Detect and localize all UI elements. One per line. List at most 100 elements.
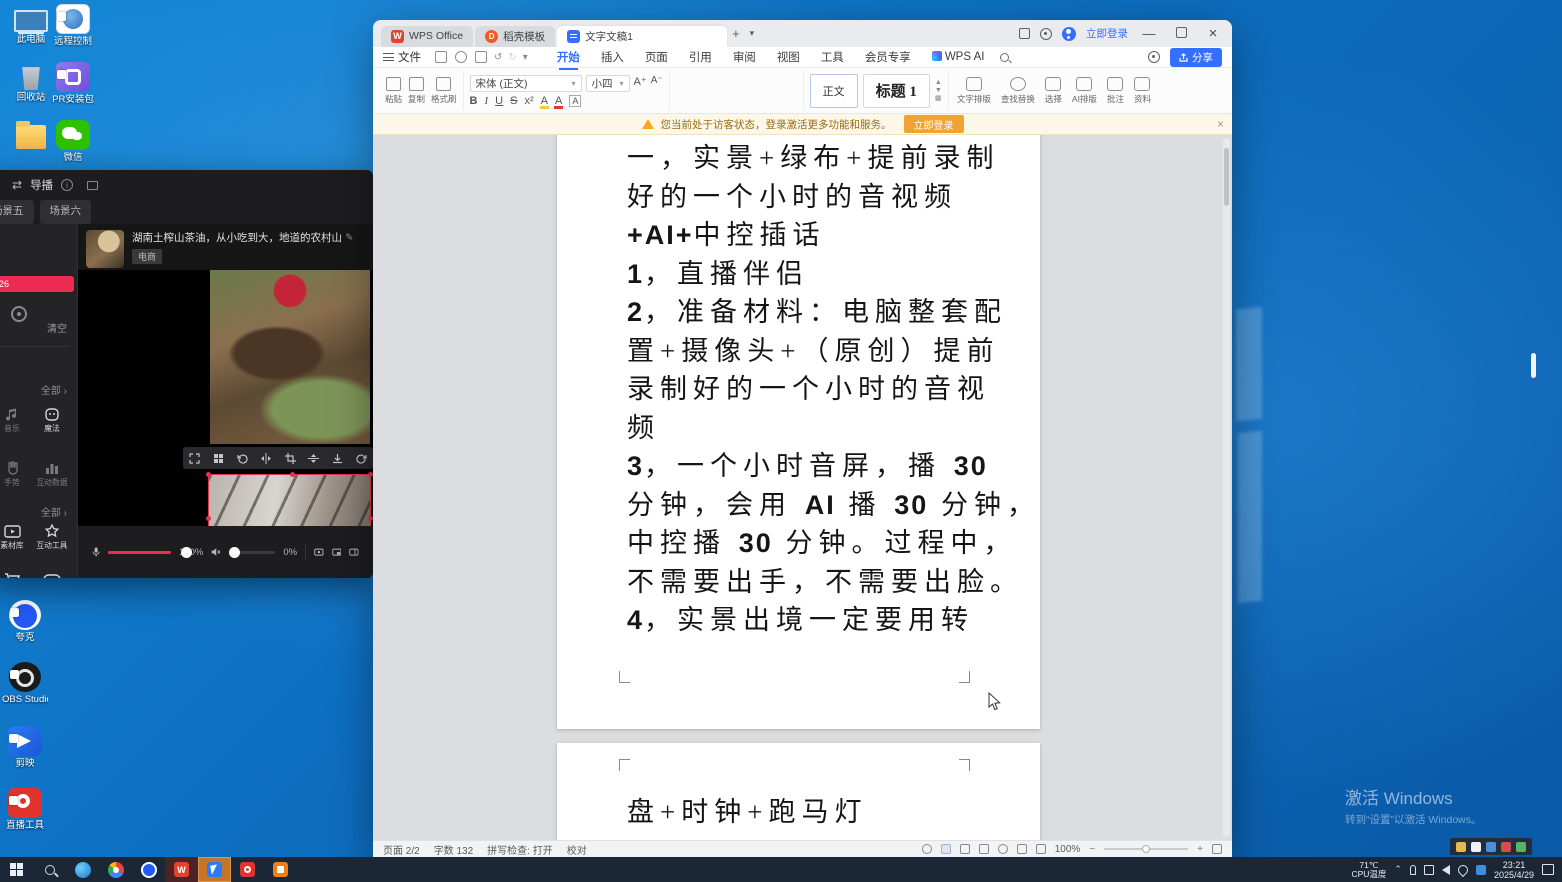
document-area[interactable]: 一，实景+绿布+提前录制好的一个小时的音视频+AI+中控插话1，直播伴侣2，准备… bbox=[373, 135, 1232, 840]
notice-close-icon[interactable]: × bbox=[1217, 117, 1224, 131]
desktop-icon-recycle-bin[interactable]: 回收站 bbox=[8, 62, 54, 103]
flip-horizontal-icon[interactable] bbox=[260, 453, 272, 464]
taskbar-search[interactable] bbox=[33, 857, 66, 882]
login-link[interactable]: 立即登录 bbox=[1086, 26, 1128, 41]
print-preview-icon[interactable] bbox=[475, 51, 487, 63]
line-spacing-icon[interactable] bbox=[760, 75, 776, 89]
edge-slider-indicator[interactable] bbox=[1531, 353, 1536, 378]
tab-wps-home[interactable]: W WPS Office bbox=[381, 26, 473, 47]
redo-icon[interactable]: ↻ bbox=[508, 52, 516, 63]
minimize-button[interactable]: — bbox=[1138, 26, 1160, 41]
bullet-list-icon[interactable] bbox=[676, 75, 692, 89]
speaker-volume-slider[interactable] bbox=[229, 551, 275, 554]
justify-icon[interactable] bbox=[739, 92, 755, 106]
taskbar-quark[interactable] bbox=[132, 857, 165, 882]
speaker-muted-icon[interactable] bbox=[211, 546, 221, 558]
web-view-icon[interactable] bbox=[998, 844, 1008, 854]
download-icon[interactable] bbox=[332, 453, 343, 464]
clear-button[interactable]: 清空 bbox=[47, 320, 67, 335]
tray-network-icon[interactable] bbox=[1456, 862, 1470, 876]
toolbar-dropdown-icon[interactable]: ▾ bbox=[523, 52, 528, 63]
scrollbar-thumb[interactable] bbox=[1224, 148, 1229, 206]
mic-volume-slider[interactable] bbox=[108, 551, 171, 554]
tab-reference[interactable]: 引用 bbox=[689, 49, 712, 65]
desktop-icon-this-pc[interactable]: 此电脑 bbox=[8, 6, 54, 45]
align-left-icon[interactable] bbox=[676, 92, 692, 106]
italic-button[interactable]: I bbox=[485, 95, 489, 107]
zoom-slider[interactable] bbox=[1104, 848, 1188, 850]
stream-thumbnail[interactable] bbox=[86, 230, 124, 268]
tools-all-link[interactable]: 全部 › bbox=[41, 382, 67, 397]
fullscreen-icon[interactable] bbox=[213, 453, 224, 464]
material-button[interactable]: 资料 bbox=[1134, 77, 1151, 105]
cpu-temp-widget[interactable]: 71℃ CPU温度 bbox=[1351, 861, 1386, 879]
comment-button[interactable]: 批注 bbox=[1107, 77, 1124, 105]
popout-icon[interactable] bbox=[87, 181, 98, 190]
style-heading1[interactable]: 标题 1 bbox=[863, 74, 930, 108]
expand-icon[interactable] bbox=[189, 453, 200, 464]
desktop-icon-live-tool[interactable]: 直播工具 bbox=[2, 788, 48, 831]
scene-tab-6[interactable]: 场景六 bbox=[40, 200, 92, 224]
tool-magic[interactable]: 魔法 bbox=[32, 406, 72, 433]
tab-member[interactable]: 会员专享 bbox=[865, 49, 911, 65]
page-view-icon[interactable] bbox=[941, 844, 951, 854]
pip-icon[interactable] bbox=[332, 547, 342, 558]
preview-canvas[interactable] bbox=[78, 270, 373, 526]
reset-icon[interactable] bbox=[356, 453, 367, 464]
document-page-2[interactable]: 盘+时钟+跑马灯 bbox=[557, 743, 1040, 840]
video-source-desk-selected[interactable] bbox=[208, 474, 371, 526]
sort-icon[interactable] bbox=[781, 75, 797, 89]
tool-gesture[interactable]: 手势 bbox=[0, 460, 32, 487]
char-shading-button[interactable]: A bbox=[569, 95, 581, 107]
border-icon[interactable] bbox=[781, 92, 797, 106]
document-page-1[interactable]: 一，实景+绿布+提前录制好的一个小时的音视频+AI+中控插话1，直播伴侣2，准备… bbox=[557, 135, 1040, 729]
settings-icon[interactable] bbox=[1040, 28, 1052, 40]
ime-toolbar[interactable] bbox=[1450, 838, 1532, 855]
scene-tab-5[interactable]: 场景五 bbox=[0, 200, 34, 224]
increase-font-icon[interactable]: A⁺ bbox=[634, 75, 647, 92]
tool-interaction-data[interactable]: 互动数据 bbox=[32, 460, 72, 487]
style-gallery-arrows[interactable]: ▲▼▦ bbox=[935, 79, 942, 103]
style-normal[interactable]: 正文 bbox=[810, 74, 858, 108]
zoom-in-button[interactable]: + bbox=[1197, 844, 1203, 855]
desktop-icon-remote-app[interactable]: 远程控制 bbox=[50, 4, 96, 47]
font-name-select[interactable]: 宋体 (正文)▾ bbox=[470, 75, 582, 92]
format-painter-button[interactable]: 格式刷 bbox=[431, 77, 457, 105]
tab-view[interactable]: 视图 bbox=[777, 49, 800, 65]
panel-ecommerce[interactable]: 百应电商 bbox=[0, 572, 32, 578]
tray-volume-icon[interactable] bbox=[1442, 865, 1450, 875]
decrease-font-icon[interactable]: A⁻ bbox=[651, 75, 663, 92]
info-icon[interactable]: i bbox=[61, 179, 73, 191]
record-icon[interactable] bbox=[11, 306, 27, 322]
tray-display-icon[interactable] bbox=[1424, 865, 1434, 875]
fullscreen-icon[interactable] bbox=[1212, 844, 1222, 854]
eye-protect-icon[interactable] bbox=[922, 844, 932, 854]
notification-center-icon[interactable] bbox=[1542, 864, 1554, 875]
avatar[interactable] bbox=[1062, 27, 1076, 41]
outline-view-icon[interactable] bbox=[960, 844, 970, 854]
microphone-icon[interactable] bbox=[92, 545, 100, 559]
select-button[interactable]: 选择 bbox=[1045, 77, 1062, 105]
tray-mic-icon[interactable] bbox=[1410, 865, 1416, 875]
shading-icon[interactable] bbox=[760, 92, 776, 106]
font-color-button[interactable]: A bbox=[555, 95, 562, 107]
tab-insert[interactable]: 插入 bbox=[601, 49, 624, 65]
tray-app-icon[interactable] bbox=[1476, 865, 1486, 875]
print-icon[interactable] bbox=[455, 51, 467, 63]
search-icon[interactable] bbox=[1000, 53, 1009, 62]
new-tab-button[interactable]: + bbox=[732, 20, 740, 47]
font-size-select[interactable]: 小四▾ bbox=[586, 75, 630, 92]
highlight-button[interactable]: A bbox=[541, 95, 548, 107]
taskbar-orange-app[interactable] bbox=[264, 857, 297, 882]
desktop-icon-pr-installer[interactable]: PR安装包 bbox=[50, 62, 96, 105]
taskbar-wps[interactable]: W bbox=[165, 857, 198, 882]
desktop-icon-obs[interactable]: OBS Studio bbox=[2, 662, 48, 705]
rotate-icon[interactable] bbox=[237, 453, 248, 464]
desktop-icon-folder[interactable] bbox=[8, 120, 54, 151]
tab-home[interactable]: 开始 bbox=[557, 49, 580, 65]
desktop-icon-jianying[interactable]: 剪映 bbox=[2, 726, 48, 769]
copy-button[interactable]: 复制 bbox=[408, 77, 425, 105]
toggle-panel-icon[interactable] bbox=[349, 547, 359, 558]
tab-tools[interactable]: 工具 bbox=[821, 49, 844, 65]
find-replace-button[interactable]: 查找替换 bbox=[1001, 77, 1035, 105]
